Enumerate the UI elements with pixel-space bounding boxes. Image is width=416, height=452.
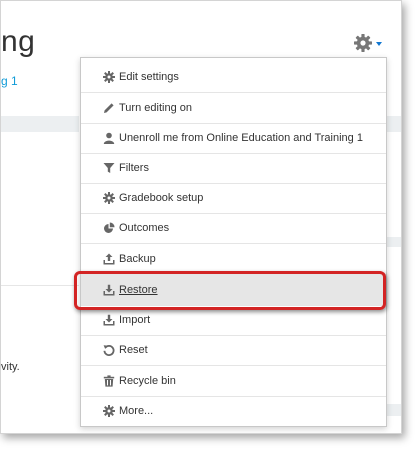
refresh-icon <box>102 343 116 357</box>
menu-item-restore[interactable]: Restore <box>81 275 386 305</box>
section-bar <box>387 116 401 132</box>
menu-item-label: More... <box>119 405 154 417</box>
pencil-icon <box>102 101 116 115</box>
menu-item-label: Restore <box>119 284 158 296</box>
menu-item-label: Outcomes <box>119 222 170 234</box>
user-icon <box>102 131 116 145</box>
menu-item-label: Recycle bin <box>119 375 176 387</box>
menu-item-label: Gradebook setup <box>119 192 204 204</box>
menu-item-label: Unenroll me from Online Education and Tr… <box>119 132 363 144</box>
menu-item-outcomes[interactable]: Outcomes <box>81 213 386 243</box>
menu-item-turn-editing-on[interactable]: Turn editing on <box>81 93 386 123</box>
download-icon <box>102 313 116 327</box>
gear-icon <box>102 191 116 205</box>
menu-item-label: Backup <box>119 253 156 265</box>
menu-item-label: Turn editing on <box>119 102 192 114</box>
background-text: vity. <box>1 361 20 373</box>
screenshot-frame: ng g 1 vity. Edit settings Turn editing … <box>0 0 402 434</box>
section-bar <box>387 237 401 247</box>
menu-item-filters[interactable]: Filters <box>81 153 386 183</box>
menu-item-more[interactable]: More... <box>81 396 386 426</box>
breadcrumb[interactable]: g 1 <box>1 74 18 88</box>
trash-icon <box>102 374 116 388</box>
section-bar <box>387 404 401 416</box>
menu-item-label: Import <box>119 314 151 326</box>
menu-item-label: Edit settings <box>119 71 179 83</box>
menu-item-edit-settings[interactable]: Edit settings <box>81 62 386 92</box>
menu-item-import[interactable]: Import <box>81 305 386 335</box>
menu-item-gradebook-setup[interactable]: Gradebook setup <box>81 183 386 213</box>
section-bar <box>1 116 79 132</box>
settings-dropdown-menu: Edit settings Turn editing on Unenroll m… <box>80 57 387 427</box>
page-title: ng <box>1 25 36 58</box>
gear-icon <box>102 404 116 418</box>
menu-item-unenroll[interactable]: Unenroll me from Online Education and Tr… <box>81 123 386 153</box>
gear-icon <box>102 70 116 84</box>
gear-icon <box>353 33 373 53</box>
menu-item-label: Reset <box>119 344 148 356</box>
menu-item-label: Filters <box>119 162 149 174</box>
pie-chart-icon <box>102 221 116 235</box>
upload-icon <box>102 252 116 266</box>
menu-item-backup[interactable]: Backup <box>81 244 386 274</box>
download-icon <box>102 283 116 297</box>
chevron-down-icon <box>376 42 382 46</box>
settings-menu-button[interactable] <box>353 33 382 53</box>
divider <box>1 285 79 286</box>
filter-icon <box>102 161 116 175</box>
menu-item-recycle-bin[interactable]: Recycle bin <box>81 366 386 396</box>
menu-item-reset[interactable]: Reset <box>81 335 386 365</box>
